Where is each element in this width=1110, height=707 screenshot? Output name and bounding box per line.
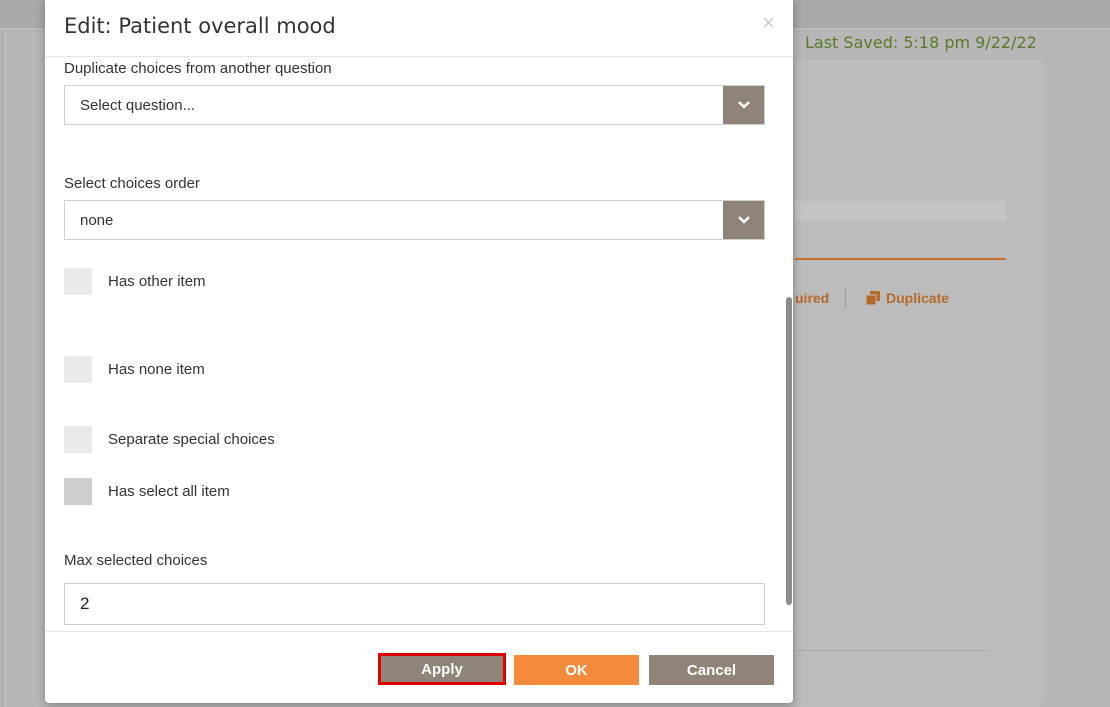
modal-scrollbar[interactable] — [786, 297, 792, 605]
modal-header: Edit: Patient overall mood × — [45, 0, 793, 57]
toolbar-separator — [845, 288, 846, 308]
question-card-strip — [795, 201, 1006, 221]
duplicate-choices-value: Select question... — [80, 97, 196, 114]
close-icon[interactable]: × — [762, 10, 775, 36]
separate-special-choices-row[interactable]: Separate special choices — [64, 426, 275, 453]
duplicate-choices-select[interactable]: Select question... — [64, 85, 765, 125]
modal-title: Edit: Patient overall mood — [64, 14, 336, 38]
question-card-bottom-divider — [795, 650, 988, 651]
has-none-item-row[interactable]: Has none item — [64, 356, 205, 383]
question-card-divider — [795, 258, 1006, 260]
chevron-down-icon[interactable] — [723, 86, 764, 124]
max-selected-choices-label: Max selected choices — [64, 552, 208, 569]
duplicate-button[interactable]: Duplicate — [866, 290, 949, 306]
has-select-all-item-label: Has select all item — [108, 483, 230, 500]
modal-footer: Apply OK Cancel — [45, 631, 793, 704]
edit-question-modal: Edit: Patient overall mood × Duplicate c… — [45, 0, 793, 703]
question-card — [795, 60, 1043, 707]
required-toggle[interactable]: uired — [795, 290, 829, 306]
has-other-item-label: Has other item — [108, 273, 206, 290]
separate-special-choices-checkbox[interactable] — [64, 426, 92, 453]
apply-button[interactable]: Apply — [378, 653, 506, 685]
copy-icon — [866, 291, 880, 305]
choices-order-label: Select choices order — [64, 175, 200, 192]
max-selected-choices-input[interactable]: 2 — [64, 583, 765, 625]
last-saved-status: Last Saved: 5:18 pm 9/22/22 — [805, 33, 1037, 52]
chevron-down-icon[interactable] — [723, 201, 764, 239]
has-other-item-checkbox[interactable] — [64, 268, 92, 295]
has-none-item-checkbox[interactable] — [64, 356, 92, 383]
has-select-all-item-checkbox[interactable] — [64, 478, 92, 505]
ok-button[interactable]: OK — [514, 655, 639, 685]
duplicate-label: Duplicate — [886, 290, 950, 306]
duplicate-choices-label: Duplicate choices from another question — [64, 60, 332, 77]
modal-body[interactable]: Duplicate choices from another question … — [45, 57, 793, 630]
choices-order-value: none — [80, 212, 114, 229]
has-other-item-row[interactable]: Has other item — [64, 268, 206, 295]
has-none-item-label: Has none item — [108, 361, 205, 378]
has-select-all-item-row[interactable]: Has select all item — [64, 478, 230, 505]
choices-order-select[interactable]: none — [64, 200, 765, 240]
cancel-button[interactable]: Cancel — [649, 655, 774, 685]
separate-special-choices-label: Separate special choices — [108, 431, 275, 448]
